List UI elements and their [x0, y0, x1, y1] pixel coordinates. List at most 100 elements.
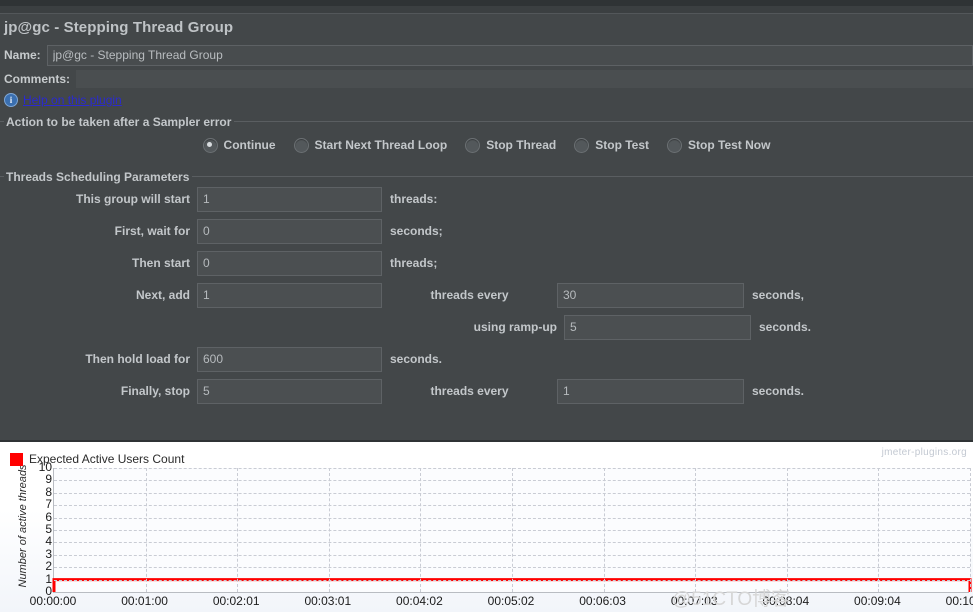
row-this-group-will-start: This group will start threads: — [0, 183, 973, 215]
chart-y-tick: 7 — [45, 497, 52, 512]
chart-canvas: Expected Active Users Count jmeter-plugi… — [0, 442, 973, 612]
row-unit: threads: — [390, 192, 438, 206]
row-mid-label: using ramp-up — [473, 320, 557, 334]
chart-y-tick: 3 — [45, 546, 52, 561]
radio-start-next-thread-loop[interactable]: Start Next Thread Loop — [293, 137, 448, 153]
row-label: Then start — [131, 256, 190, 270]
comments-input[interactable] — [76, 70, 973, 88]
chart-gridline-vertical — [970, 468, 971, 592]
chart-x-tick: 00:09:04 — [854, 594, 901, 608]
help-row: i Help on this plugin — [0, 90, 973, 110]
info-icon: i — [4, 93, 18, 107]
threads-scheduling-group: Threads Scheduling Parameters This group… — [0, 170, 973, 409]
threads-scheduling-group-title: Threads Scheduling Parameters — [4, 170, 193, 184]
radio-continue[interactable]: Continue — [202, 137, 276, 153]
chart-overlay-watermark: @51CTO博客 — [672, 589, 791, 610]
next-add-threads-input[interactable] — [197, 282, 382, 308]
row-mid-label: threads every — [430, 288, 509, 302]
legend-label: Expected Active Users Count — [29, 452, 185, 466]
chart-gridline-vertical — [603, 468, 605, 592]
chart-gridline-vertical — [145, 468, 147, 592]
chart-gridline-vertical — [786, 468, 788, 592]
legend-color-swatch — [10, 452, 23, 466]
page-title: jp@gc - Stepping Thread Group — [0, 14, 973, 42]
radio-stop-thread-label: Stop Thread — [486, 138, 557, 152]
chart-x-tick: 00:05:02 — [487, 594, 535, 608]
row-mid-unit: seconds. — [752, 384, 805, 398]
chart-watermark: jmeter-plugins.org — [881, 447, 967, 458]
radio-dot-icon — [574, 137, 590, 153]
radio-dot-icon — [667, 137, 683, 153]
radio-start-next-thread-loop-label: Start Next Thread Loop — [314, 138, 448, 152]
chart-x-tick: 00:00:00 — [29, 594, 77, 608]
help-on-this-plugin-link[interactable]: Help on this plugin — [23, 93, 122, 107]
sampler-error-group: Action to be taken after a Sampler error… — [0, 115, 973, 165]
chart-gridline-vertical — [695, 468, 697, 592]
chart-y-tick: 5 — [45, 522, 52, 536]
chart-x-tick: 00:02:01 — [212, 594, 260, 608]
sampler-error-radio-row: Continue Start Next Thread Loop Stop Thr… — [0, 125, 973, 165]
row-unit: seconds. — [390, 352, 443, 366]
row-mid-label: threads every — [430, 384, 509, 398]
sampler-error-group-title: Action to be taken after a Sampler error — [4, 115, 235, 129]
comments-row: Comments: — [0, 68, 973, 90]
chart-gridline-vertical — [420, 468, 422, 592]
chart-x-tick: 00:06:03 — [579, 594, 626, 608]
window-top-strip-2 — [0, 6, 973, 14]
hold-load-input[interactable] — [197, 346, 382, 372]
decrement-interval-input[interactable] — [557, 378, 744, 404]
row-next-add: Next, add threads every seconds, — [0, 279, 973, 311]
radio-stop-test-label: Stop Test — [595, 138, 650, 152]
initial-delay-input[interactable] — [197, 218, 382, 244]
name-row: Name: — [0, 42, 973, 68]
row-finally-stop: Finally, stop threads every seconds. — [0, 375, 973, 407]
increment-interval-input[interactable] — [557, 282, 744, 308]
chart-gridline-vertical — [237, 468, 239, 592]
chart-x-axis-line — [53, 592, 969, 593]
radio-stop-test[interactable]: Stop Test — [574, 137, 650, 153]
name-label: Name: — [4, 48, 41, 62]
radio-stop-test-now[interactable]: Stop Test Now — [667, 137, 771, 153]
row-using-ramp-up: using ramp-up seconds. — [0, 311, 973, 343]
chart-y-tick: 6 — [45, 509, 52, 524]
chart-y-tick: 2 — [45, 559, 52, 574]
stepping-thread-group-window: jp@gc - Stepping Thread Group Name: Comm… — [0, 0, 973, 612]
row-mid-unit: seconds. — [759, 320, 812, 334]
chart-plot-area — [53, 468, 970, 592]
chart-x-tick: 00:03:01 — [304, 594, 352, 608]
expected-active-users-chart[interactable]: Expected Active Users Count jmeter-plugi… — [0, 440, 973, 612]
chart-gridline-vertical — [512, 468, 513, 592]
comments-label: Comments: — [4, 72, 71, 86]
row-then-hold-load-for: Then hold load for seconds. — [0, 343, 973, 375]
row-unit: seconds; — [390, 224, 443, 238]
name-input[interactable] — [46, 44, 973, 66]
row-label: First, wait for — [114, 224, 190, 238]
chart-y-tick: 9 — [45, 472, 52, 487]
start-threads-input[interactable] — [197, 186, 382, 212]
row-first-wait-for: First, wait for seconds; — [0, 215, 973, 247]
chart-x-tick: 00:04:02 — [396, 594, 443, 608]
chart-x-tick: 00:10:05 — [945, 594, 973, 608]
radio-stop-thread[interactable]: Stop Thread — [465, 137, 557, 153]
row-label: Then hold load for — [85, 352, 190, 366]
chart-y-tick: 1 — [45, 571, 52, 586]
chart-x-tick-labels: 00:00:00 00:01:00 00:02:01 00:03:01 00:04:02… — [0, 594, 973, 612]
radio-dot-icon — [293, 137, 309, 153]
radio-stop-test-now-label: Stop Test Now — [688, 138, 771, 152]
row-unit: threads; — [390, 256, 438, 270]
finally-stop-threads-input[interactable] — [197, 378, 382, 404]
chart-gridline-vertical — [328, 468, 330, 592]
radio-continue-label: Continue — [223, 138, 276, 152]
chart-gridline-vertical — [878, 468, 880, 592]
ramp-up-input[interactable] — [564, 314, 751, 340]
row-mid-unit: seconds, — [752, 288, 805, 302]
chart-x-tick: 00:01:00 — [121, 594, 168, 608]
row-then-start: Then start threads; — [0, 247, 973, 279]
row-label: Finally, stop — [120, 384, 190, 398]
row-label: This group will start — [75, 192, 190, 206]
threads-scheduling-rows: This group will start threads: First, wa… — [0, 180, 973, 409]
chart-y-tick: 8 — [45, 484, 52, 499]
radio-dot-icon — [465, 137, 481, 153]
radio-dot-icon — [202, 137, 218, 153]
then-start-threads-input[interactable] — [197, 250, 382, 276]
